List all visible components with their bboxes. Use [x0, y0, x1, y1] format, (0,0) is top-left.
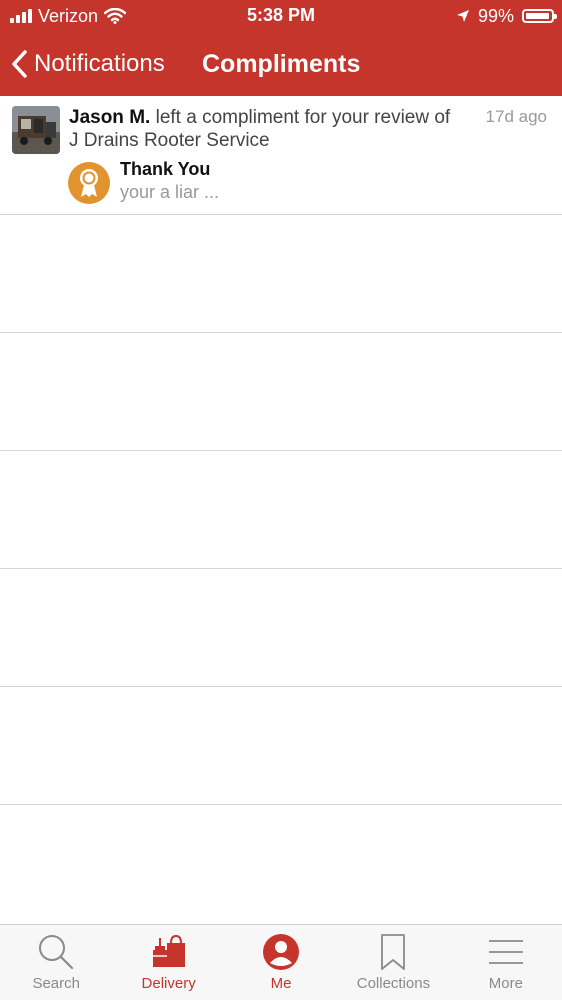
compliment-message: your a liar ...: [120, 182, 220, 202]
status-bar: Verizon 5:38 PM 99%: [0, 0, 562, 34]
tab-delivery[interactable]: Delivery: [112, 925, 224, 1000]
tab-me[interactable]: Me: [225, 925, 337, 1000]
notification-row[interactable]: Jason M. left a compliment for your revi…: [0, 96, 562, 215]
tab-more[interactable]: More: [450, 925, 562, 1000]
tab-search[interactable]: Search: [0, 925, 112, 1000]
tab-bar: Search Delivery Me Collections More: [0, 924, 562, 1000]
empty-row: [0, 569, 562, 687]
tab-label: Delivery: [141, 975, 196, 992]
battery-info: 99%: [456, 5, 557, 27]
notification-text: Jason M. left a compliment for your revi…: [69, 106, 481, 152]
chevron-left-icon: [12, 50, 27, 78]
profile-icon: [262, 933, 300, 971]
tab-label: Collections: [356, 975, 431, 992]
back-button[interactable]: Notifications: [10, 46, 165, 82]
menu-icon: [487, 933, 525, 971]
user-name-link[interactable]: Jason M.: [69, 107, 150, 128]
notification-list: Jason M. left a compliment for your revi…: [0, 96, 562, 805]
tab-label: More: [488, 975, 523, 992]
search-icon: [37, 933, 75, 971]
tab-collections[interactable]: Collections: [337, 925, 449, 1000]
compliment-title: Thank You: [120, 159, 211, 179]
tab-label: Me: [270, 975, 292, 992]
notification-action: left a compliment for your review of: [155, 107, 451, 128]
empty-row: [0, 451, 562, 569]
award-ribbon-icon: [68, 162, 110, 204]
header: Verizon 5:38 PM 99% Notifications Compli…: [0, 0, 562, 96]
battery-percent: 99%: [477, 5, 514, 26]
page-title: Compliments: [202, 50, 361, 78]
avatar[interactable]: [12, 106, 60, 154]
back-label: Notifications: [34, 50, 165, 77]
timestamp: 17d ago: [485, 107, 547, 126]
business-link[interactable]: J Drains Rooter Service: [69, 130, 270, 151]
empty-row: [0, 215, 562, 333]
battery-icon: [522, 9, 557, 23]
bookmark-icon: [374, 933, 412, 971]
delivery-bag-icon: [150, 933, 188, 971]
empty-row: [0, 333, 562, 451]
nav-bar: Notifications Compliments: [0, 38, 562, 88]
empty-row: [0, 687, 562, 805]
tab-label: Search: [32, 975, 80, 992]
location-arrow-icon: [456, 10, 469, 22]
